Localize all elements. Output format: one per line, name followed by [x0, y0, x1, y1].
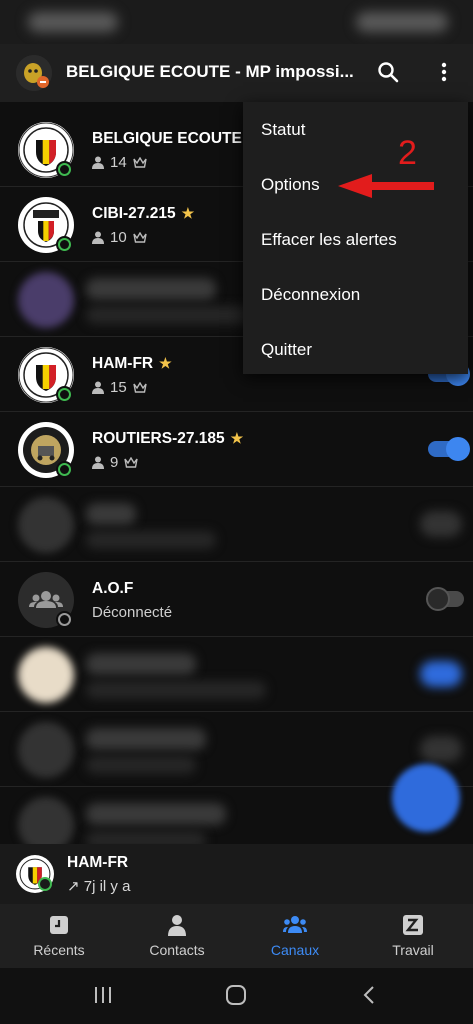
- menu-item-statut[interactable]: Statut: [243, 102, 468, 157]
- channel-name: BELGIQUE ECOUTE★: [92, 130, 260, 148]
- status-bar-right-blurred: [356, 12, 448, 32]
- online-status-icon: [56, 461, 73, 478]
- tab-label: Récents: [33, 942, 85, 958]
- blurred-channel-name: [86, 503, 136, 525]
- channel-toggle[interactable]: [428, 437, 470, 461]
- recent-apps-icon[interactable]: [92, 984, 114, 1006]
- channel-avatar: [18, 797, 74, 844]
- online-status-icon: [56, 161, 73, 178]
- channel-meta: 10: [92, 229, 147, 246]
- member-count: 15: [110, 379, 127, 396]
- more-options-icon[interactable]: [432, 60, 456, 84]
- blurred-toggle[interactable]: [420, 736, 462, 762]
- tab-travail[interactable]: Travail: [354, 904, 472, 968]
- channel-name: HAM-FR ★: [92, 355, 172, 372]
- floating-action-button[interactable]: [392, 764, 460, 832]
- search-icon[interactable]: [376, 60, 400, 84]
- member-count: 9: [110, 454, 119, 471]
- channel-name: A.O.F: [92, 580, 134, 597]
- tab-label: Travail: [392, 942, 434, 958]
- star-icon: ★: [181, 205, 195, 221]
- overflow-menu: Statut Options Effacer les alertes Décon…: [243, 102, 468, 374]
- last-channel-bar[interactable]: HAM-FR ↗ 7j il y a: [0, 844, 473, 904]
- crown-icon: [132, 232, 147, 243]
- channel-meta: 15: [92, 379, 147, 396]
- tab-label: Canaux: [270, 942, 320, 958]
- tab-canaux[interactable]: Canaux: [236, 904, 354, 968]
- offline-status-icon: [56, 611, 73, 628]
- person-icon: [92, 456, 104, 469]
- star-icon: ★: [230, 430, 244, 446]
- blurred-channel-meta: [86, 531, 216, 549]
- person-icon: [168, 915, 186, 936]
- work-icon: [403, 915, 423, 935]
- channel-name: ROUTIERS-27.185 ★: [92, 430, 244, 447]
- blurred-channel-row[interactable]: [0, 637, 473, 712]
- app-bar-avatar[interactable]: [16, 55, 52, 91]
- back-icon[interactable]: [358, 984, 380, 1006]
- member-count: 14: [110, 154, 127, 171]
- channel-row[interactable]: ROUTIERS-27.185 ★ 9: [0, 412, 473, 487]
- blurred-channel-meta: [86, 681, 266, 699]
- blurred-channel-name: [86, 803, 226, 825]
- channel-avatar: [18, 647, 74, 703]
- blurred-toggle[interactable]: [420, 661, 462, 687]
- home-icon[interactable]: [225, 984, 247, 1006]
- star-icon: ★: [159, 355, 172, 371]
- channel-row[interactable]: A.O.F Déconnecté: [0, 562, 473, 637]
- app-bar: BELGIQUE ECOUTE - MP impossi...: [0, 44, 473, 102]
- blurred-channel-row[interactable]: [0, 487, 473, 562]
- person-icon: [92, 231, 104, 244]
- menu-item-quitter[interactable]: Quitter: [243, 322, 468, 377]
- tab-label: Contacts: [149, 942, 205, 958]
- bottom-tab-bar: Récents Contacts Canaux Travail: [0, 904, 473, 968]
- last-channel-time: ↗ 7j il y a: [67, 878, 131, 895]
- tab-contacts[interactable]: Contacts: [118, 904, 236, 968]
- member-count: 10: [110, 229, 127, 246]
- group-icon: [283, 916, 307, 933]
- recent-icon: [50, 916, 68, 934]
- blurred-channel-meta: [86, 306, 266, 324]
- blurred-channel-name: [86, 278, 216, 300]
- blurred-channel-name: [86, 653, 196, 675]
- annotation-step-number: 2: [398, 134, 417, 172]
- blurred-channel-meta: [86, 831, 206, 844]
- channel-status-text: Déconnecté: [92, 604, 173, 621]
- menu-item-deconnexion[interactable]: Déconnexion: [243, 267, 468, 322]
- blurred-channel-name: [86, 728, 206, 750]
- system-navigation-bar: [0, 968, 473, 1024]
- online-status-icon: [56, 236, 73, 253]
- channel-avatar: [18, 722, 74, 778]
- channel-name: CIBI-27.215 ★: [92, 205, 195, 222]
- tab-recents[interactable]: Récents: [0, 904, 118, 968]
- person-icon: [92, 381, 104, 394]
- online-status-icon: [38, 877, 52, 891]
- app-bar-title: BELGIQUE ECOUTE - MP impossi...: [66, 62, 354, 81]
- channel-avatar: [18, 272, 74, 328]
- annotation-arrow-icon: [338, 174, 434, 198]
- online-status-icon: [56, 386, 73, 403]
- ghost-mascot-icon: [16, 55, 52, 91]
- blurred-toggle[interactable]: [420, 511, 462, 537]
- last-channel-name: HAM-FR: [67, 854, 129, 871]
- crown-icon: [132, 382, 147, 393]
- blurred-channel-meta: [86, 756, 196, 774]
- person-icon: [92, 156, 104, 169]
- channel-meta: 14: [92, 154, 147, 171]
- crown-icon: [132, 157, 147, 168]
- status-bar: [0, 0, 473, 44]
- crown-icon: [124, 457, 139, 468]
- channel-toggle[interactable]: [426, 587, 464, 611]
- channel-meta: 9: [92, 454, 139, 471]
- status-bar-left-blurred: [28, 12, 118, 32]
- menu-item-effacer-alertes[interactable]: Effacer les alertes: [243, 212, 468, 267]
- channel-avatar: [18, 497, 74, 553]
